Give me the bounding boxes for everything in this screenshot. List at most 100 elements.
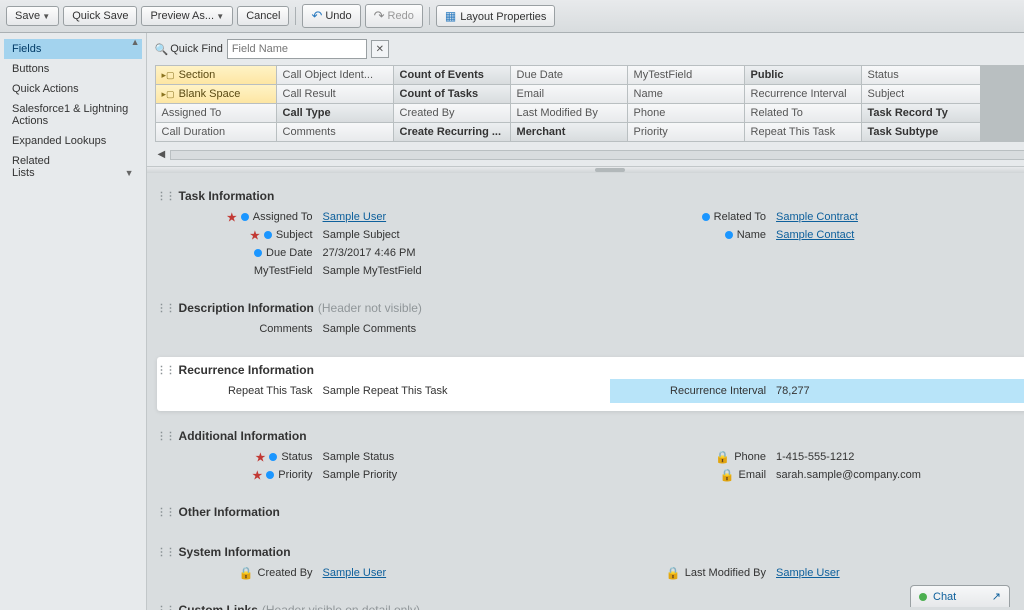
palette-field[interactable]: Status <box>862 66 980 84</box>
palette-field[interactable]: Email <box>511 85 627 103</box>
palette-field[interactable]: Merchant <box>511 123 627 141</box>
link[interactable]: Sample Contact <box>776 229 854 241</box>
quick-find-input[interactable] <box>227 39 367 59</box>
required-icon: ★ <box>250 229 260 242</box>
palette-field[interactable]: Due Date <box>511 66 627 84</box>
palette-field[interactable]: Assigned To <box>156 104 276 122</box>
expand-icon: ↗ <box>992 590 1001 603</box>
field-row[interactable]: 🔒Phone1-415-555-1212 <box>610 448 1024 466</box>
hscroll-track[interactable] <box>170 150 1024 160</box>
palette-field[interactable]: Priority <box>628 123 744 141</box>
clear-search-button[interactable]: ✕ <box>371 40 389 58</box>
field-row[interactable]: Recurrence Interval78,277 <box>610 382 1024 400</box>
field-row[interactable]: Due Date27/3/2017 4:46 PM <box>157 244 611 262</box>
section-header[interactable]: ⋮⋮Recurrence Information <box>157 361 1024 379</box>
palette-field[interactable]: Phone <box>628 104 744 122</box>
palette-field[interactable]: Last Modified By <box>511 104 627 122</box>
palette-field[interactable]: Create Recurring ... <box>394 123 510 141</box>
info-dot-icon <box>269 453 277 461</box>
field-value: Sample Contact <box>776 229 854 241</box>
field-row[interactable]: ★SubjectSample Subject <box>157 226 611 244</box>
palette-field[interactable]: MyTestField <box>628 66 744 84</box>
field-label: Due Date <box>157 247 323 259</box>
field-row[interactable]: Related ToSample Contract <box>610 208 1024 226</box>
chat-widget[interactable]: Chat ↗ <box>910 585 1010 607</box>
link[interactable]: Sample User <box>323 211 387 223</box>
field-label: Related To <box>610 211 776 223</box>
field-row[interactable]: Repeat This TaskSample Repeat This Task <box>157 382 611 400</box>
palette-field[interactable]: Subject <box>862 85 980 103</box>
palette-field[interactable]: Call Duration <box>156 123 276 141</box>
palette-field[interactable]: Recurrence Interval <box>745 85 861 103</box>
lock-icon: 🔒 <box>720 468 735 482</box>
sidebar-item-expanded-lookups[interactable]: Expanded Lookups <box>4 131 142 151</box>
toolbar: Save Quick Save Preview As... Cancel Und… <box>0 0 1024 33</box>
section-header[interactable]: ⋮⋮Task Information <box>157 187 1024 205</box>
field-row[interactable]: CommentsSample Comments <box>157 320 611 338</box>
field-row[interactable]: ★StatusSample Status <box>157 448 611 466</box>
sidebar-item-related-lists[interactable]: Related Lists▼ <box>4 151 142 183</box>
undo-button[interactable]: Undo <box>302 4 360 28</box>
field-row[interactable]: MyTestFieldSample MyTestField <box>157 262 611 280</box>
scroll-left-icon[interactable]: ◀ <box>155 149 169 160</box>
link[interactable]: Sample User <box>323 567 387 579</box>
palette-field[interactable]: Task Subtype <box>862 123 980 141</box>
field-value: Sample Status <box>323 451 395 463</box>
field-label: ★Assigned To <box>157 211 323 224</box>
field-label: 🔒Last Modified By <box>610 566 776 580</box>
section-header[interactable]: ⋮⋮Custom Links (Header visible on detail… <box>157 601 1024 610</box>
palette-field[interactable]: Call Object Ident... <box>277 66 393 84</box>
field-label: ★Status <box>157 451 323 464</box>
field-row[interactable]: 🔒Emailsarah.sample@company.com <box>610 466 1024 484</box>
field-value: Sample MyTestField <box>323 265 422 277</box>
link[interactable]: Sample Contract <box>776 211 858 223</box>
palette-field[interactable]: Count of Events <box>394 66 510 84</box>
palette-field[interactable]: Call Result <box>277 85 393 103</box>
layout-canvas: ⋮⋮Task Information★Assigned ToSample Use… <box>147 173 1024 610</box>
sidebar-item-buttons[interactable]: Buttons <box>4 59 142 79</box>
field-value: Sample Repeat This Task <box>323 385 448 397</box>
layout-properties-button[interactable]: Layout Properties <box>436 5 556 27</box>
sidebar-item-fields[interactable]: Fields <box>4 39 142 59</box>
palette-field[interactable]: Count of Tasks <box>394 85 510 103</box>
palette-field[interactable]: Section <box>156 66 276 84</box>
grip-icon: ⋮⋮ <box>157 303 175 314</box>
palette-field[interactable]: Call Type <box>277 104 393 122</box>
section-recurrence-information: ⋮⋮Recurrence Information Repeat This Task… <box>157 357 1024 411</box>
palette-field[interactable]: Public <box>745 66 861 84</box>
link[interactable]: Sample User <box>776 567 840 579</box>
palette-field[interactable]: Name <box>628 85 744 103</box>
field-row[interactable]: NameSample Contact <box>610 226 1024 244</box>
palette-field[interactable]: Created By <box>394 104 510 122</box>
sidebar-item-salesforce1-lightning-actions[interactable]: Salesforce1 & Lightning Actions <box>4 99 142 131</box>
section-header[interactable]: ⋮⋮Additional Information <box>157 427 1024 445</box>
field-row[interactable]: 🔒Last Modified BySample User <box>610 564 1024 582</box>
section-header[interactable]: ⋮⋮System Information <box>157 543 1024 561</box>
scroll-up-icon[interactable]: ▲ <box>131 37 140 47</box>
field-value: Sample Subject <box>323 229 400 241</box>
field-value: Sample Priority <box>323 469 398 481</box>
separator <box>295 7 296 25</box>
quick-find-label: Quick Find <box>155 43 223 56</box>
palette-field[interactable]: Comments <box>277 123 393 141</box>
palette-field[interactable]: Blank Space <box>156 85 276 103</box>
field-row[interactable]: ★Assigned ToSample User <box>157 208 611 226</box>
section-header[interactable]: ⋮⋮Description Information (Header not vi… <box>157 299 1024 317</box>
preview-as-button[interactable]: Preview As... <box>141 6 233 26</box>
field-row[interactable]: ★PrioritySample Priority <box>157 466 611 484</box>
field-row[interactable]: 🔒Created BySample User <box>157 564 611 582</box>
save-button[interactable]: Save <box>6 6 59 26</box>
field-value: 27/3/2017 4:46 PM <box>323 247 416 259</box>
palette-field[interactable]: Related To <box>745 104 861 122</box>
redo-button[interactable]: Redo <box>365 4 423 28</box>
quick-save-button[interactable]: Quick Save <box>63 6 137 26</box>
section-header[interactable]: ⋮⋮Other Information <box>157 503 1024 521</box>
palette-field[interactable]: Repeat This Task <box>745 123 861 141</box>
grip-icon: ⋮⋮ <box>157 191 175 202</box>
cancel-button[interactable]: Cancel <box>237 6 289 26</box>
sidebar-item-quick-actions[interactable]: Quick Actions <box>4 79 142 99</box>
section-description-information: ⋮⋮Description Information (Header not vi… <box>157 299 1024 341</box>
field-label: Repeat This Task <box>157 385 323 397</box>
palette-field[interactable]: Task Record Ty <box>862 104 980 122</box>
field-palette: Quick Find ✕ SectionCall Object Ident...… <box>147 33 1024 167</box>
